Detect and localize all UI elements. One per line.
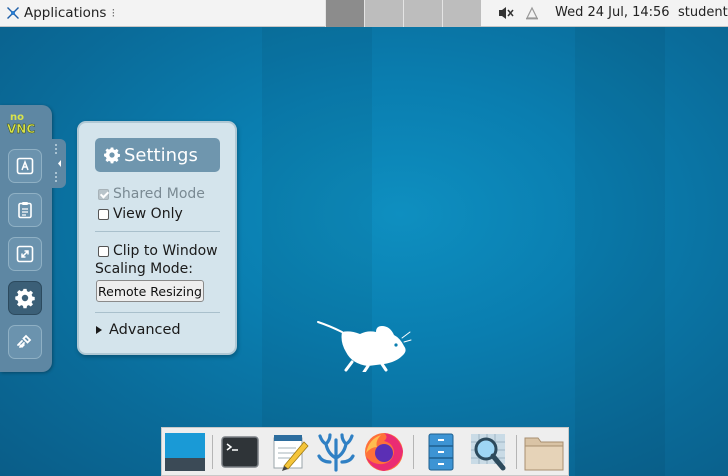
workspace-1[interactable]: [325, 0, 364, 27]
top-panel: Applications ⁝ Wed 24 Jul, 14:56 student: [0, 0, 728, 27]
text-editor-button[interactable]: [269, 432, 311, 472]
scaling-mode-label: Scaling Mode:: [95, 261, 194, 277]
workspace-4[interactable]: [442, 0, 481, 27]
clip-to-window-checkbox[interactable]: [98, 245, 109, 257]
applications-label: Applications: [24, 5, 107, 21]
shared-mode-checkbox: [98, 188, 109, 200]
settings-title: Settings: [124, 144, 198, 166]
folder-icon: [524, 437, 564, 471]
file-cabinet-icon: [428, 433, 454, 471]
workspace-switcher: [325, 0, 481, 27]
clip-to-window-option[interactable]: Clip to Window: [98, 243, 218, 259]
fullscreen-icon: [16, 245, 34, 263]
grip-dots-icon: [55, 144, 61, 182]
settings-gear-icon: [15, 288, 35, 309]
shared-mode-option: Shared Mode: [98, 186, 205, 202]
clipboard-icon: [18, 202, 32, 219]
view-only-checkbox[interactable]: [98, 208, 109, 220]
file-cabinet-button[interactable]: [420, 432, 462, 472]
view-only-option[interactable]: View Only: [98, 206, 183, 222]
xfce-logo-icon: [7, 7, 19, 19]
expand-triangle-icon: [96, 326, 102, 334]
search-button[interactable]: [468, 432, 510, 472]
show-desktop-icon: [165, 433, 205, 471]
settings-divider: [95, 231, 220, 232]
shared-mode-label: Shared Mode: [113, 186, 205, 202]
disconnect-icon: [17, 334, 32, 348]
novnc-logo: no VNC: [7, 112, 36, 136]
firefox-icon: [365, 433, 403, 471]
coral-app-icon: [317, 433, 355, 472]
show-desktop-button[interactable]: [164, 432, 206, 472]
settings-button[interactable]: [8, 281, 42, 315]
advanced-toggle[interactable]: Advanced: [96, 322, 181, 338]
terminal-button[interactable]: [219, 432, 261, 472]
settings-panel: Settings Shared Mode View Only Clip to W…: [77, 121, 237, 355]
scaling-mode-select[interactable]: Remote Resizing: [96, 280, 204, 302]
settings-header: Settings: [95, 138, 220, 172]
control-bar-handle[interactable]: [52, 139, 66, 188]
svg-text:VNC: VNC: [7, 122, 35, 136]
keyboard-icon: [16, 157, 34, 175]
user-menu[interactable]: student: [678, 5, 728, 20]
panel-separator: ⁝: [111, 6, 116, 20]
fullscreen-button[interactable]: [8, 237, 42, 271]
folder-button[interactable]: [523, 432, 565, 472]
novnc-control-bar: no VNC: [0, 105, 52, 372]
keyboard-button[interactable]: [8, 149, 42, 183]
desktop-stripe: [262, 27, 372, 476]
clipboard-button[interactable]: [8, 193, 42, 227]
terminal-icon: [221, 436, 259, 468]
workspace-2[interactable]: [364, 0, 403, 27]
notification-icon[interactable]: [523, 5, 541, 21]
search-magnifier-icon: [471, 434, 506, 471]
settings-gear-icon: [104, 147, 120, 164]
advanced-label: Advanced: [109, 322, 181, 338]
dock-separator: [212, 435, 213, 469]
desktop-stripe: [575, 27, 665, 476]
volume-muted-icon[interactable]: [497, 5, 515, 21]
clock[interactable]: Wed 24 Jul, 14:56: [555, 5, 670, 20]
system-tray: [497, 5, 541, 21]
text-editor-icon: [273, 435, 309, 471]
workspace-3[interactable]: [403, 0, 442, 27]
disconnect-button[interactable]: [8, 325, 42, 359]
dock-separator: [516, 435, 517, 469]
dock-panel: [161, 427, 569, 476]
clip-to-window-label[interactable]: Clip to Window: [113, 243, 218, 259]
xfce-mouse-icon: [317, 321, 412, 372]
coral-app-button[interactable]: [315, 432, 357, 472]
firefox-button[interactable]: [363, 432, 405, 472]
applications-menu-button[interactable]: Applications ⁝: [0, 0, 115, 26]
dock-separator: [413, 435, 414, 469]
settings-divider: [95, 312, 220, 313]
view-only-label[interactable]: View Only: [113, 206, 183, 222]
